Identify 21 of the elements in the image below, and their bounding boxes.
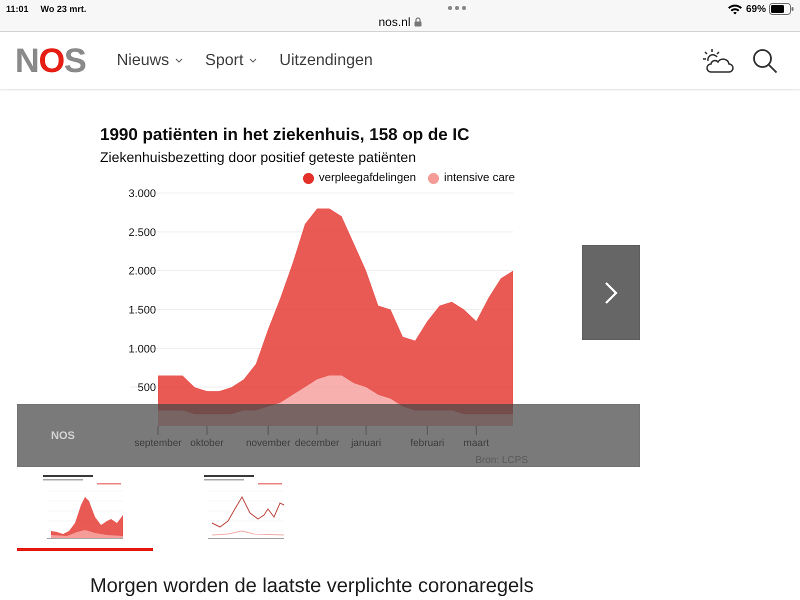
x-axis-label: oktober bbox=[190, 438, 224, 449]
y-axis-label: 2.500 bbox=[128, 226, 156, 239]
x-axis-label: januari bbox=[351, 438, 382, 449]
caption-text: NOS bbox=[51, 430, 75, 442]
battery-percentage: 69% bbox=[746, 4, 766, 14]
legend-label: verpleegafdelingen bbox=[318, 172, 416, 184]
y-axis-label: 1.000 bbox=[128, 343, 156, 356]
y-axis-label: 1.500 bbox=[128, 304, 156, 316]
y-axis-label: 3.000 bbox=[128, 188, 156, 200]
status-date: Wo 23 mrt. bbox=[40, 4, 86, 14]
status-time: 11:01 bbox=[6, 4, 29, 14]
x-axis-label: september bbox=[134, 438, 182, 449]
x-axis-label: februari bbox=[410, 438, 444, 449]
y-axis-label: 500 bbox=[138, 382, 156, 394]
y-axis-label: 2.000 bbox=[128, 266, 156, 278]
x-axis-label: november bbox=[246, 438, 290, 449]
legend-label: intensive care bbox=[444, 172, 515, 184]
x-axis-label: maart bbox=[464, 438, 490, 449]
x-axis-label: december bbox=[294, 438, 340, 449]
chart-subtitle: Ziekenhuisbezetting door positief geteste patiënten bbox=[100, 148, 417, 166]
chart-title: 1990 patiënten in het ziekenhuis, 158 op de IC bbox=[100, 125, 470, 145]
